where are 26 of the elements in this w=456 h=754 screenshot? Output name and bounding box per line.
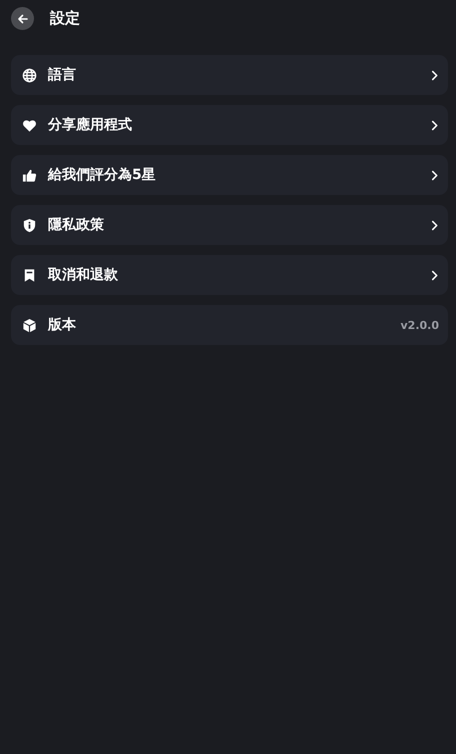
item-label: 給我們評分為5星	[48, 166, 157, 184]
shield-info-icon	[22, 218, 37, 232]
page-title: 設定	[50, 9, 80, 28]
settings-item[interactable]: 給我們評分為5星	[11, 155, 448, 195]
chevron-right-icon	[431, 220, 438, 230]
chevron-right-icon	[431, 120, 438, 130]
settings-item[interactable]: 語言	[11, 55, 448, 95]
settings-item[interactable]: 取消和退款	[11, 255, 448, 295]
settings-item[interactable]: 隱私政策	[11, 205, 448, 245]
item-label: 語言	[48, 66, 77, 84]
chevron-right-icon	[431, 170, 438, 180]
arrow-left-icon	[16, 12, 28, 24]
back-button[interactable]	[11, 7, 34, 30]
item-label: 分享應用程式	[48, 116, 133, 134]
heart-icon	[22, 118, 37, 132]
settings-item[interactable]: 分享應用程式	[11, 105, 448, 145]
globe-icon	[22, 68, 37, 82]
thumbs-up-icon	[22, 168, 37, 182]
cube-icon	[22, 318, 37, 332]
item-label: 版本	[48, 316, 77, 334]
item-label: 取消和退款	[48, 266, 119, 284]
chevron-right-icon	[431, 270, 438, 280]
item-label: 隱私政策	[48, 216, 105, 234]
chevron-right-icon	[431, 70, 438, 80]
version-text: v2.0.0	[400, 318, 439, 332]
bookmark-icon	[22, 268, 37, 282]
